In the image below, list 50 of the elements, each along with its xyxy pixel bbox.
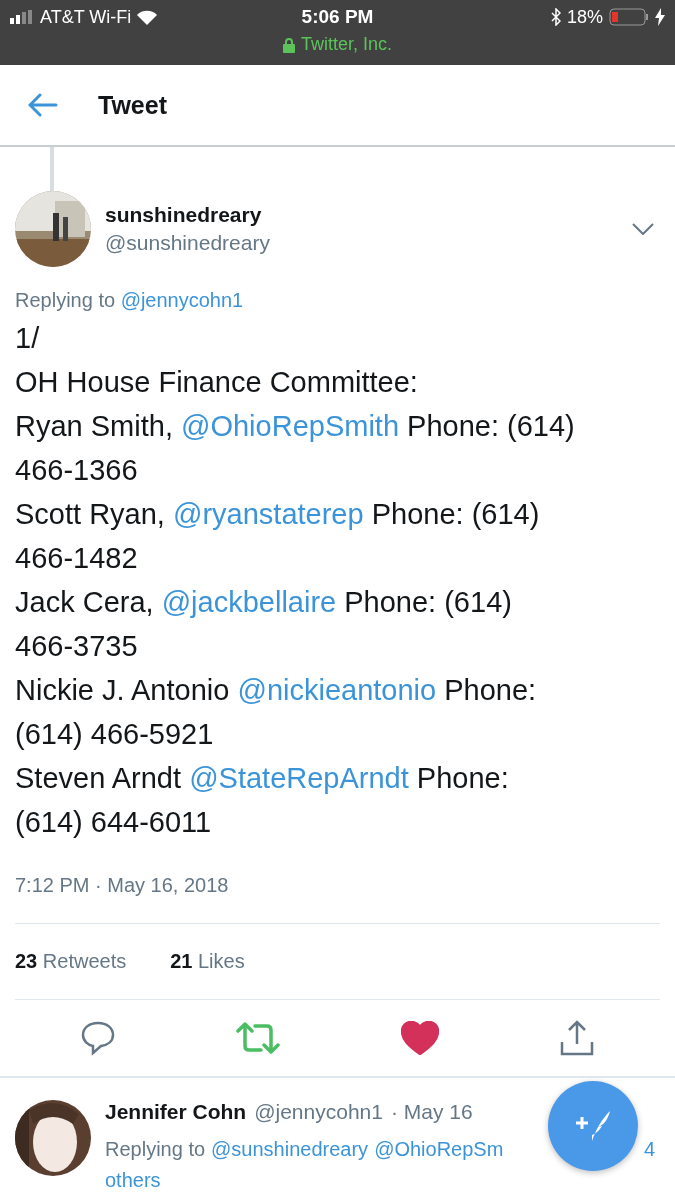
mention-link[interactable]: @OhioRepSmith [181, 410, 400, 442]
battery-percent: 18% [566, 6, 603, 28]
tweet-text-line: 466-1366 [15, 453, 139, 488]
author-handle: @jennycohn1 [254, 1100, 383, 1124]
tweet-text-line: Nickie J. Antonio @nickieantonio Phone: [15, 673, 538, 708]
status-time: 5:06 PM [301, 6, 374, 28]
retweet-icon[interactable] [236, 1021, 281, 1055]
tweet-text-line: OH House Finance Committee: [15, 365, 419, 400]
chevron-down-icon[interactable] [632, 223, 654, 235]
author-name[interactable]: Jennifer Cohn [105, 1100, 247, 1124]
others-link[interactable]: others [105, 1165, 655, 1196]
reply-speech-bubble-icon[interactable] [80, 1020, 117, 1056]
replying-to-label: Replying to [105, 1137, 206, 1162]
back-arrow-icon[interactable] [28, 93, 58, 117]
mention-link[interactable]: @sunshinedreary [211, 1134, 369, 1165]
carrier-label: AT&T Wi-Fi [40, 6, 132, 28]
stat-count[interactable]: 21 Likes [170, 950, 245, 973]
wifi-icon [137, 9, 158, 25]
tweet-timestamp: 7:12 PM · May 16, 2018 [15, 874, 660, 924]
site-label: Twitter, Inc. [301, 34, 392, 55]
tweet-text-line: 466-1482 [15, 541, 139, 576]
lock-icon [283, 36, 295, 53]
signal-icon [10, 10, 34, 24]
author-handle: @sunshinedreary [105, 231, 271, 255]
tweet-text-line: 1/ [15, 321, 41, 356]
tweet-text-line: Steven Arndt @StateRepArndt Phone: [15, 761, 510, 796]
mention-link[interactable]: @StateRepArndt [189, 762, 409, 794]
tweet-text-line: Scott Ryan, @ryanstaterep Phone: (614) [15, 497, 541, 532]
bluetooth-icon [550, 8, 561, 26]
mention-link[interactable]: @nickieantonio [237, 674, 437, 706]
battery-icon [609, 8, 649, 26]
share-icon[interactable] [558, 1020, 595, 1056]
mention-link[interactable]: @ryanstaterep [172, 498, 364, 530]
mention-link[interactable]: @jennycohn1 [120, 289, 244, 311]
replying-to-text: Replying to @jennycohn1 [15, 289, 245, 312]
author-name[interactable]: sunshinedreary [105, 203, 618, 227]
heart-icon[interactable] [400, 1021, 439, 1055]
tweet-text-line: 466-3735 [15, 629, 139, 664]
tweet-text-line: (614) 644-6011 [15, 805, 213, 840]
page-title: Tweet [98, 90, 167, 120]
stat-count[interactable]: 23 Retweets [15, 950, 127, 973]
mention-link[interactable]: @jackbellaire [161, 586, 337, 618]
compose-button[interactable] [548, 1081, 638, 1171]
charging-icon [655, 8, 665, 26]
reply-date: · May 16 [390, 1100, 473, 1124]
tweet-text-line: Ryan Smith, @OhioRepSmith Phone: (614) [15, 409, 576, 444]
others-count[interactable]: 4 [643, 1134, 655, 1165]
tweet-text-line: (614) 466-5921 [15, 717, 215, 752]
mention-link[interactable]: @OhioRepSm [374, 1134, 504, 1165]
tweet-text-line: Jack Cera, @jackbellaire Phone: (614) [15, 585, 513, 620]
